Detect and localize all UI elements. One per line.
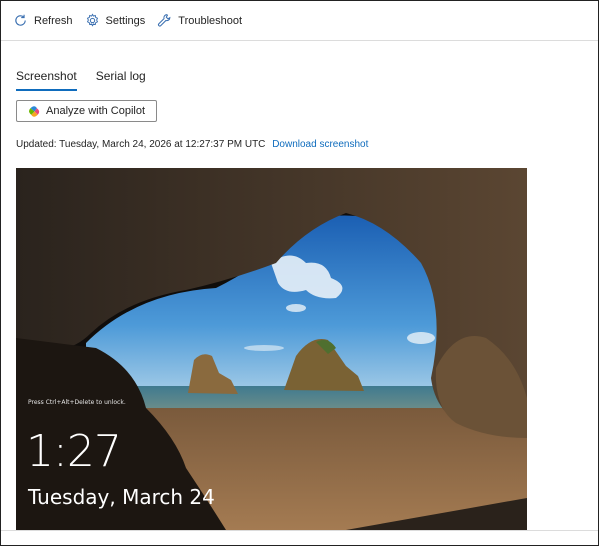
- copilot-button-label: Analyze with Copilot: [46, 105, 146, 117]
- analyze-with-copilot-button[interactable]: Analyze with Copilot: [16, 100, 157, 122]
- settings-button[interactable]: Settings: [79, 7, 152, 35]
- tab-bar: Screenshot Serial log: [16, 62, 165, 91]
- bottom-divider: [1, 530, 598, 531]
- download-screenshot-link[interactable]: Download screenshot: [272, 139, 368, 150]
- toolbar: Refresh Settings Troubleshoot: [1, 1, 598, 41]
- gear-icon: [86, 13, 98, 27]
- lock-screen-date: Tuesday, March 24: [28, 485, 215, 509]
- unlock-hint: Press Ctrl+Alt+Delete to unlock.: [28, 399, 126, 406]
- refresh-icon: [15, 14, 26, 26]
- tab-screenshot[interactable]: Screenshot: [16, 62, 77, 91]
- settings-label: Settings: [105, 14, 146, 27]
- copilot-icon: [28, 105, 40, 117]
- refresh-label: Refresh: [34, 14, 73, 27]
- vm-screenshot: Press Ctrl+Alt+Delete to unlock. 1:27 Tu…: [16, 168, 527, 530]
- troubleshoot-label: Troubleshoot: [178, 14, 243, 27]
- wrench-icon: [158, 14, 171, 27]
- refresh-button[interactable]: Refresh: [7, 7, 79, 35]
- troubleshoot-button[interactable]: Troubleshoot: [151, 7, 248, 35]
- updated-text: Updated: Tuesday, March 24, 2026 at 12:2…: [16, 139, 266, 150]
- lock-screen-time: 1:27: [26, 426, 122, 477]
- tab-serial-log[interactable]: Serial log: [96, 62, 146, 91]
- updated-status: Updated: Tuesday, March 24, 2026 at 12:2…: [16, 139, 368, 150]
